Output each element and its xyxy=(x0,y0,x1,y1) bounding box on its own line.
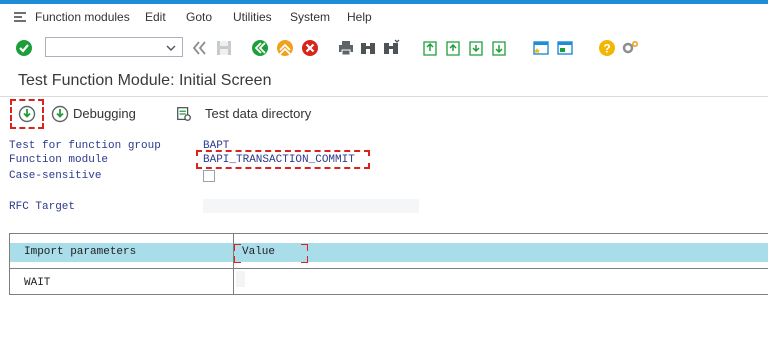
green-back-icon[interactable] xyxy=(250,38,270,58)
menu-goto[interactable]: Goto xyxy=(186,10,212,24)
column-header-value[interactable]: Value xyxy=(242,246,275,258)
create-session-icon[interactable] xyxy=(531,38,551,58)
test-data-directory-button[interactable]: Test data directory xyxy=(205,104,335,124)
rfc-target-label: RFC Target xyxy=(9,201,76,213)
value-highlight-corner xyxy=(234,244,241,251)
exit-icon[interactable] xyxy=(275,38,295,58)
back-icon[interactable] xyxy=(190,38,210,58)
value-highlight-corner xyxy=(301,256,308,263)
test-data-directory-icon[interactable] xyxy=(175,104,193,124)
standard-toolbar: ? xyxy=(0,30,768,66)
case-sensitive-label: Case-sensitive xyxy=(9,170,102,182)
find-next-icon[interactable] xyxy=(381,38,401,58)
function-group-label: Test for function group xyxy=(9,140,161,152)
cancel-icon[interactable] xyxy=(300,38,320,58)
settings-icon[interactable] xyxy=(620,38,640,58)
page-title: Test Function Module: Initial Screen xyxy=(18,72,272,89)
menu-edit[interactable]: Edit xyxy=(145,10,166,24)
execute-icon[interactable] xyxy=(17,104,37,124)
menu-help[interactable]: Help xyxy=(347,10,372,24)
find-icon[interactable] xyxy=(358,38,378,58)
menu-function-modules[interactable]: Function modules xyxy=(35,10,130,24)
enter-check-icon[interactable] xyxy=(14,38,34,58)
first-page-icon[interactable] xyxy=(420,38,440,58)
function-module-value: BAPI_TRANSACTION_COMMIT xyxy=(203,154,355,166)
menu-utilities[interactable]: Utilities xyxy=(233,10,272,24)
case-sensitive-checkbox[interactable] xyxy=(203,170,215,182)
help-icon[interactable]: ? xyxy=(597,38,617,58)
svg-text:?: ? xyxy=(603,42,610,56)
debugging-label: Debugging xyxy=(73,106,136,121)
next-page-icon[interactable] xyxy=(466,38,486,58)
value-highlight-corner xyxy=(234,256,241,263)
column-divider xyxy=(233,234,234,294)
table-row-param: WAIT xyxy=(24,277,51,289)
last-page-icon[interactable] xyxy=(489,38,509,58)
menu-icon[interactable] xyxy=(14,12,26,22)
value-highlight-corner xyxy=(301,244,308,251)
menu-bar: Function modules Edit Goto Utilities Sys… xyxy=(0,4,768,30)
chevron-down-icon[interactable] xyxy=(166,44,176,52)
title-divider xyxy=(0,96,768,97)
previous-page-icon[interactable] xyxy=(443,38,463,58)
column-header-import-parameters: Import parameters xyxy=(24,246,137,258)
debug-execute-icon xyxy=(51,105,69,123)
shortcut-icon[interactable] xyxy=(555,38,575,58)
save-icon[interactable] xyxy=(214,38,234,58)
debugging-button[interactable]: Debugging xyxy=(50,104,170,124)
test-data-directory-label: Test data directory xyxy=(205,106,312,121)
print-icon[interactable] xyxy=(336,38,356,58)
table-row-value-input[interactable] xyxy=(236,271,245,287)
function-module-label: Function module xyxy=(9,154,109,166)
command-field[interactable] xyxy=(45,37,183,57)
import-parameters-table: Import parameters Value WAIT xyxy=(9,233,768,295)
menu-system[interactable]: System xyxy=(290,10,330,24)
row-divider xyxy=(10,268,768,269)
rfc-target-input[interactable] xyxy=(203,199,419,213)
